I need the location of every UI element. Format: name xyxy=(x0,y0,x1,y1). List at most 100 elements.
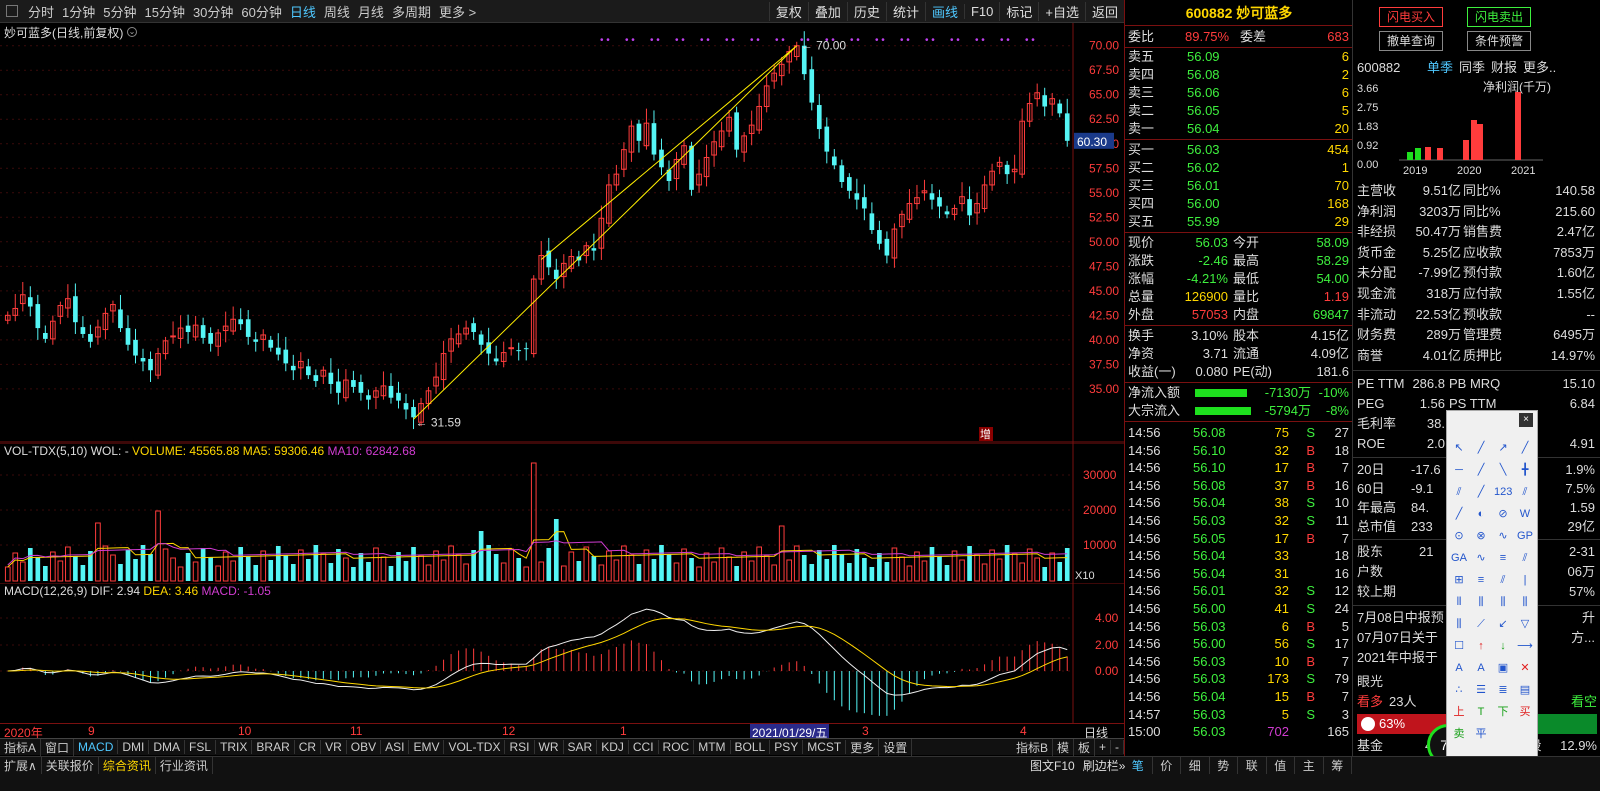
level-price[interactable]: 56.09 xyxy=(1187,48,1220,66)
indicator-tab[interactable]: 更多 xyxy=(846,738,880,756)
draw-tool-icon[interactable]: ▤ xyxy=(1516,681,1534,699)
indicator-right-button[interactable]: 板 xyxy=(1074,738,1095,756)
draw-tool-icon[interactable]: 上 xyxy=(1450,703,1468,721)
draw-tool-icon[interactable]: ╋ xyxy=(1516,461,1534,479)
level-price[interactable]: 56.01 xyxy=(1187,177,1220,195)
draw-tool-icon[interactable]: ∴ xyxy=(1450,681,1468,699)
indicator-tab[interactable]: WR xyxy=(535,740,564,754)
level-price[interactable]: 56.05 xyxy=(1187,102,1220,120)
draw-tool-icon[interactable]: A xyxy=(1450,659,1468,677)
level-price[interactable]: 56.02 xyxy=(1187,159,1220,177)
draw-tool-icon[interactable]: ◐ xyxy=(1472,505,1490,523)
period-tab[interactable]: 60分钟 xyxy=(237,2,285,21)
indicator-tab[interactable]: RSI xyxy=(505,740,535,754)
cancel-query-button[interactable]: 撤单查询 xyxy=(1379,31,1443,51)
draw-tool-icon[interactable]: ⊘ xyxy=(1494,505,1512,523)
indicator-tab[interactable]: MCST xyxy=(803,740,847,754)
fin-tab[interactable]: 同季 xyxy=(1459,58,1485,78)
draw-tool-icon[interactable]: 买 xyxy=(1516,703,1534,721)
chevron-down-icon[interactable]: ⌄ xyxy=(127,27,137,37)
draw-tool-icon[interactable]: ╲ xyxy=(1494,461,1512,479)
draw-tool-icon[interactable]: ⫽ xyxy=(1516,549,1534,567)
draw-tool-icon[interactable]: ╱ xyxy=(1472,439,1490,457)
draw-tool-icon[interactable]: A xyxy=(1472,659,1490,677)
draw-tool-icon[interactable]: ╱ xyxy=(1450,505,1468,523)
level-price[interactable]: 56.08 xyxy=(1187,66,1220,84)
draw-tool-icon[interactable]: ▽ xyxy=(1516,615,1534,633)
toolbar-button[interactable]: 标记 xyxy=(999,1,1038,21)
quote-tab[interactable]: 联 xyxy=(1238,757,1267,774)
kankong-label[interactable]: 看空 xyxy=(1571,692,1597,712)
draw-tool-icon[interactable]: ↗ xyxy=(1494,439,1512,457)
draw-tool-icon[interactable]: ▣ xyxy=(1494,659,1512,677)
indicator-right-button[interactable]: - xyxy=(1111,740,1124,754)
draw-tool-icon[interactable]: ↖ xyxy=(1450,439,1468,457)
quote-tab[interactable]: 势 xyxy=(1210,757,1238,774)
quote-tab[interactable]: 细 xyxy=(1181,757,1210,774)
toolbar-button[interactable]: 叠加 xyxy=(807,1,847,21)
draw-tool-icon[interactable]: T xyxy=(1472,703,1490,721)
indicator-tab[interactable]: SAR xyxy=(564,740,598,754)
draw-tool-icon[interactable]: ⫼ xyxy=(1450,615,1468,633)
draw-tool-icon[interactable]: ⫴ xyxy=(1450,593,1468,611)
draw-tool-icon[interactable]: ↙ xyxy=(1494,615,1512,633)
draw-tool-icon[interactable]: W xyxy=(1516,505,1534,523)
indicator-tab[interactable]: TRIX xyxy=(216,740,253,754)
indicator-right-button[interactable]: 指标B xyxy=(1012,738,1053,756)
kanduo-label[interactable]: 看多 xyxy=(1357,692,1383,712)
draw-tool-icon[interactable]: 下 xyxy=(1494,703,1512,721)
period-tab[interactable]: 30分钟 xyxy=(189,2,237,21)
draw-tool-icon[interactable]: | xyxy=(1516,571,1534,589)
indicator-tab[interactable]: BRAR xyxy=(252,740,295,754)
draw-tool-icon[interactable]: ≡ xyxy=(1472,571,1490,589)
draw-tool-icon[interactable]: GA xyxy=(1450,549,1468,567)
flash-buy-button[interactable]: 闪电买入 xyxy=(1379,7,1443,27)
status-tab[interactable]: 行业资讯 xyxy=(156,757,213,774)
toolbar-button[interactable]: F10 xyxy=(963,3,999,19)
draw-tool-icon[interactable]: 123 xyxy=(1494,483,1512,501)
draw-tool-icon[interactable]: ↑ xyxy=(1472,637,1490,655)
quote-tab[interactable]: 主 xyxy=(1295,757,1324,774)
toolbar-button[interactable]: 历史 xyxy=(846,1,886,21)
news-text[interactable]: 2021年中报于 xyxy=(1357,648,1438,668)
draw-tool-icon[interactable]: ≡ xyxy=(1494,549,1512,567)
draw-tool-icon[interactable]: ☰ xyxy=(1472,681,1490,699)
level-price[interactable]: 56.00 xyxy=(1187,195,1220,213)
indicator-tab[interactable]: MACD xyxy=(74,740,119,754)
draw-tool-icon[interactable]: ╱ xyxy=(1516,439,1534,457)
draw-tool-icon[interactable]: ⟶ xyxy=(1516,637,1534,655)
period-tab[interactable]: 日线 xyxy=(286,2,320,21)
period-tab[interactable]: 5分钟 xyxy=(99,2,140,21)
period-tab[interactable]: 月线 xyxy=(354,2,388,21)
macd-panel[interactable]: 4.00 2.00 0.00 MACD(12,26,9) DIF: 2.94 DEA… xyxy=(0,582,1124,723)
indicator-tab[interactable]: BOLL xyxy=(731,740,771,754)
draw-tool-icon[interactable]: ⟋ xyxy=(1472,615,1490,633)
quote-tab[interactable]: 筹 xyxy=(1324,757,1352,774)
close-icon[interactable]: × xyxy=(1519,413,1533,427)
draw-tool-icon[interactable]: ⫼ xyxy=(1516,593,1534,611)
toolbar-button[interactable]: 复权 xyxy=(768,1,808,21)
period-tab[interactable]: 分时 xyxy=(24,2,58,21)
draw-tool-icon[interactable]: ╱ xyxy=(1472,461,1490,479)
status-right-tab[interactable]: 刷边栏» xyxy=(1079,757,1130,774)
indicator-tab[interactable]: VOL-TDX xyxy=(444,740,506,754)
toolbar-button[interactable]: 统计 xyxy=(885,1,925,21)
level-price[interactable]: 56.04 xyxy=(1187,120,1220,138)
fin-tab[interactable]: 更多.. xyxy=(1523,58,1556,78)
draw-tool-icon[interactable]: ⫽ xyxy=(1494,571,1512,589)
draw-tool-icon[interactable]: ⫽ xyxy=(1516,483,1534,501)
status-tab[interactable]: 扩展∧ xyxy=(0,757,42,774)
quote-tab[interactable]: 值 xyxy=(1267,757,1295,774)
drawing-tools-palette[interactable]: × ↖ ╱ ↗ ╱ ─ ╱ ╲ ╋ ⫽ ╱ 123 ⫽ ╱ ◐ ⊘ W ⊙ ⊗ ∿ GP GA ∿ ≡ ⫽ ⊞ ≡ ⫽ | ⫴ ⫼ ⫼ ⫼ ⫼ ⟋ ↙… xyxy=(1446,410,1538,772)
indicator-tab[interactable]: EMV xyxy=(409,740,445,754)
draw-tool-icon[interactable]: ⫼ xyxy=(1494,593,1512,611)
draw-tool-icon[interactable]: ─ xyxy=(1450,461,1468,479)
period-tab[interactable]: 周线 xyxy=(320,2,354,21)
fin-tab[interactable]: 单季 xyxy=(1427,58,1453,78)
draw-tool-icon[interactable]: GP xyxy=(1516,527,1534,545)
indicator-right-button[interactable]: + xyxy=(1095,740,1111,754)
toolbar-button[interactable]: +自选 xyxy=(1038,1,1085,21)
draw-tool-icon[interactable]: ✕ xyxy=(1516,659,1534,677)
draw-tool-icon[interactable]: ☐ xyxy=(1450,637,1468,655)
indicator-tab[interactable]: VR xyxy=(321,740,347,754)
